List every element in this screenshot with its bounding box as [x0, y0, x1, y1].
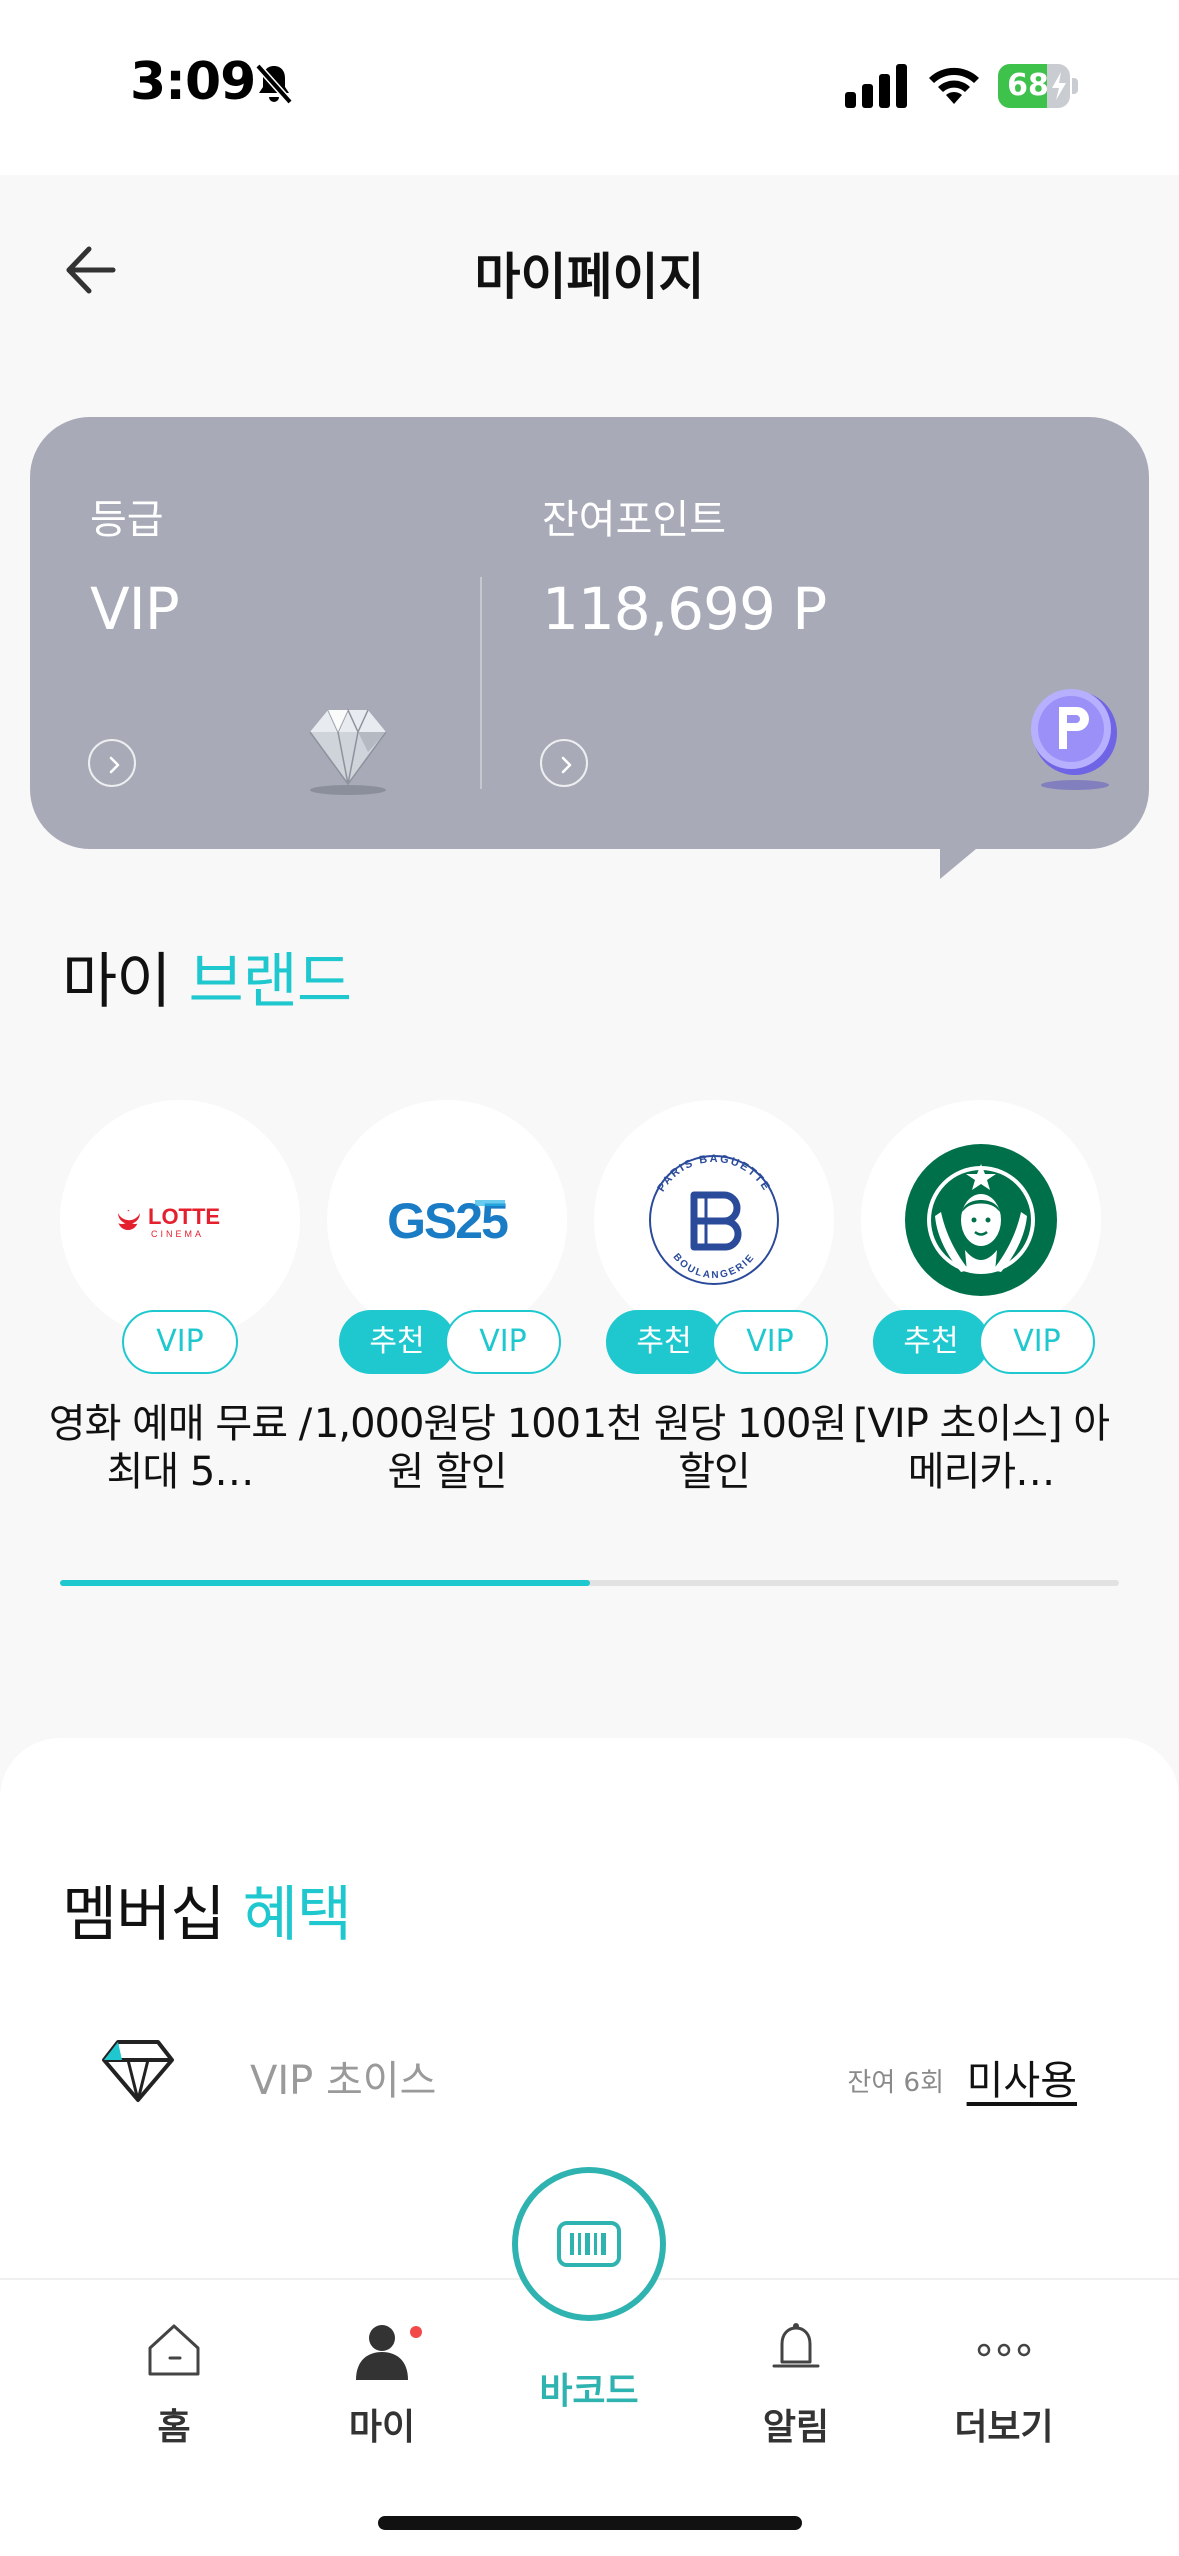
lotte-logo-text: LOTTE — [148, 1204, 220, 1229]
status-bar: 3:09 68 — [0, 0, 1179, 175]
brand-badges: VIP — [60, 1310, 300, 1376]
nav-label-alarm: 알림 — [762, 2407, 830, 2448]
notification-dot — [410, 2326, 422, 2338]
points-detail-button[interactable] — [540, 739, 588, 787]
paris-baguette-logo-text: PARIS BAGUETTE — [655, 1153, 770, 1194]
brand-description: 1천 원당 100원 할인 — [581, 1401, 847, 1495]
more-dots-icon — [977, 2343, 1031, 2357]
svg-text:PARIS BAGUETTE: PARIS BAGUETTE — [655, 1153, 772, 1194]
nav-item-home[interactable]: 홈 — [84, 2280, 264, 2450]
status-time: 3:09 — [130, 52, 256, 112]
my-brands-title-accent: 브랜드 — [188, 947, 352, 1017]
card-pointer — [940, 849, 976, 879]
grade-detail-button[interactable] — [88, 739, 136, 787]
nav-label-my: 마이 — [348, 2407, 416, 2448]
chevron-right-icon — [109, 756, 120, 774]
grade-label: 등급 — [90, 497, 164, 543]
brand-item-gs25[interactable]: GS25 추천 VIP 1,000원당 100원 할인 — [314, 1100, 581, 1500]
my-page-screen: 3:09 68 마이페이지 등급 VIP 잔여포인트 118,699 P 마이 … — [0, 0, 1179, 2556]
points-section[interactable]: 잔여포인트 118,699 P — [482, 417, 1149, 849]
nav-label-more: 더보기 — [954, 2407, 1054, 2448]
home-icon — [148, 2324, 200, 2376]
points-value: 118,699 P — [542, 575, 827, 643]
paris-baguette-logo: PARIS BAGUETTE BOULANGERIE — [649, 1153, 779, 1285]
my-brands-title: 마이 브랜드 — [62, 933, 352, 1020]
benefit-name: VIP 초이스 — [250, 2058, 437, 2104]
membership-benefits-title: 멤버십 혜택 — [62, 1866, 352, 1953]
brand-badges: 추천 VIP — [594, 1310, 834, 1376]
my-brands-title-prefix: 마이 — [62, 947, 171, 1017]
barcode-button[interactable] — [512, 2167, 666, 2321]
brand-description: 영화 예매 무료 / 최대 5… — [48, 1401, 312, 1495]
brand-badges: 추천 VIP — [327, 1310, 567, 1376]
nav-label-home: 홈 — [157, 2407, 191, 2448]
benefit-row-vip-choice[interactable]: VIP 초이스 잔여 6회 미사용 — [0, 2010, 1179, 2130]
battery-icon: 68 — [998, 64, 1080, 108]
brand-item-starbucks[interactable]: 추천 VIP [VIP 초이스] 아메리카… — [853, 1100, 1110, 1500]
grade-section[interactable]: 등급 VIP — [30, 417, 482, 849]
recommend-badge: 추천 — [606, 1310, 722, 1374]
nav-item-more[interactable]: 더보기 — [914, 2280, 1094, 2450]
membership-title-accent: 혜택 — [242, 1880, 352, 1950]
brand-item-lotte-cinema[interactable]: LOTTE CINEMA VIP 영화 예매 무료 / 최대 5… — [49, 1100, 312, 1500]
page-header: 마이페이지 — [0, 175, 1179, 355]
brand-scroll-thumb — [60, 1580, 590, 1586]
nav-item-alarm[interactable]: 알림 — [706, 2280, 886, 2450]
lotte-cinema-logo: LOTTE CINEMA — [114, 1204, 220, 1239]
recommend-badge: 추천 — [873, 1310, 989, 1374]
diamond-outline-icon — [102, 2040, 174, 2102]
benefit-remaining: 잔여 6회 — [847, 2068, 944, 2098]
grade-points-card: 등급 VIP 잔여포인트 118,699 P — [30, 417, 1149, 849]
vip-badge: VIP — [445, 1310, 561, 1374]
nav-item-my[interactable]: 마이 — [292, 2280, 472, 2450]
recommend-badge: 추천 — [339, 1310, 455, 1374]
brand-scroll-indicator — [60, 1580, 1119, 1586]
point-coin-icon — [1031, 689, 1117, 790]
person-icon — [356, 2325, 408, 2380]
grade-value: VIP — [90, 575, 180, 643]
brand-badges: 추천 VIP — [861, 1310, 1101, 1376]
home-indicator — [378, 2516, 802, 2530]
barcode-icon — [557, 2221, 621, 2267]
page-title: 마이페이지 — [474, 248, 705, 306]
charging-bolt-icon — [1052, 72, 1066, 100]
vip-badge: VIP — [712, 1310, 828, 1374]
membership-title-prefix: 멤버십 — [62, 1880, 226, 1950]
bell-icon — [772, 2323, 820, 2368]
benefit-status-link[interactable]: 미사용 — [967, 2048, 1077, 2106]
vip-badge: VIP — [122, 1310, 238, 1374]
wifi-icon — [929, 67, 979, 104]
gs25-logo: GS25 — [387, 1193, 510, 1249]
chevron-right-icon — [561, 756, 572, 774]
bell-slash-icon — [255, 63, 293, 105]
battery-cap — [1072, 78, 1078, 94]
vip-badge: VIP — [979, 1310, 1095, 1374]
starbucks-logo — [905, 1144, 1057, 1296]
brand-description: [VIP 초이스] 아메리카… — [852, 1401, 1110, 1495]
lotte-logo-subtext: CINEMA — [151, 1229, 204, 1239]
signal-icon — [845, 64, 907, 108]
brand-item-paris-baguette[interactable]: PARIS BAGUETTE BOULANGERIE 추천 VIP 1천 원당 … — [582, 1100, 847, 1500]
points-label: 잔여포인트 — [542, 497, 726, 543]
diamond-icon — [309, 708, 387, 795]
brand-description: 1,000원당 100원 할인 — [313, 1401, 581, 1495]
barcode-label[interactable]: 바코드 — [489, 2362, 689, 2414]
